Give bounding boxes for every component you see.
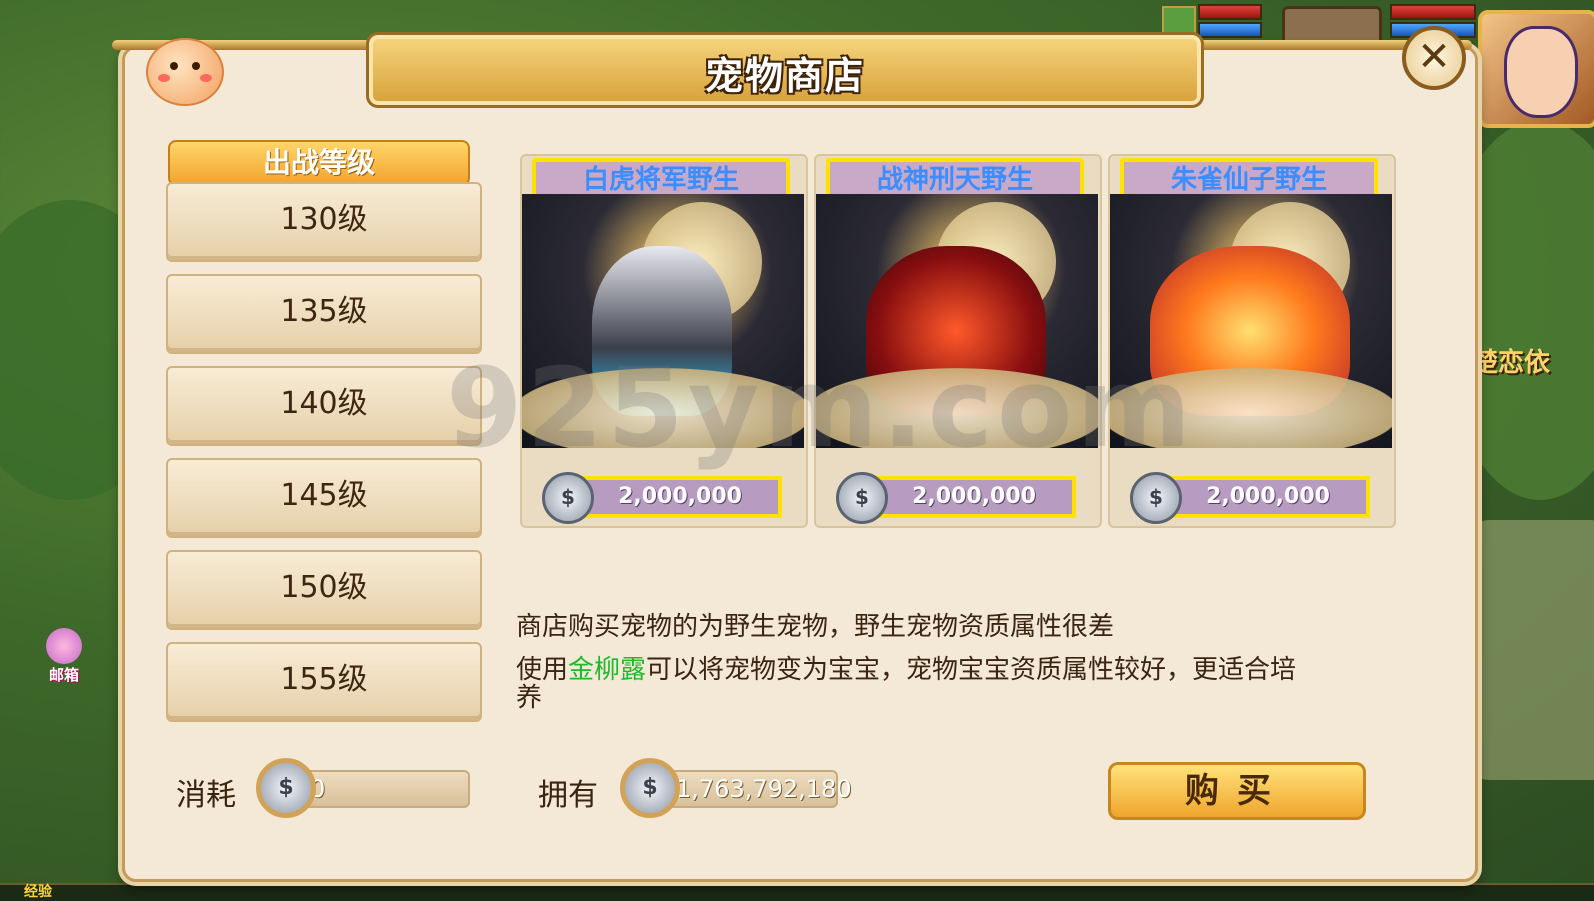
pet-card-zhuque[interactable]: 朱雀仙子野生 2,000,000 $	[1108, 154, 1396, 528]
pet-hp-bar	[1198, 4, 1262, 20]
exp-label: 经验	[24, 884, 52, 900]
silver-coin-icon: $	[836, 472, 888, 524]
close-button[interactable]: ✕	[1402, 26, 1466, 90]
cost-label: 消耗	[176, 778, 236, 813]
player-name-label: 楚恋依	[1472, 348, 1551, 378]
item-name-highlight: 金柳露	[568, 655, 647, 685]
price-row: 2,000,000 $	[542, 470, 792, 524]
pet-artwork	[522, 194, 804, 448]
pet-artwork	[816, 194, 1098, 448]
own-value: 1,763,792,180	[658, 770, 852, 808]
mascot-cheek	[158, 74, 170, 82]
cloud-decoration	[1110, 368, 1392, 448]
level-item-145[interactable]: 145级	[166, 458, 482, 538]
mascot-eye	[192, 62, 200, 70]
level-item-130[interactable]: 130级	[166, 182, 482, 262]
mail-label: 邮箱	[48, 666, 79, 684]
page-title: 宠物商店	[704, 54, 865, 98]
close-icon: ✕	[1417, 34, 1451, 80]
silver-coin-icon: $	[620, 758, 680, 818]
description-line-2: 使用金柳露可以将宠物变为宝宝，宠物宝宝资质属性较好，更适合培养	[516, 656, 1316, 712]
pet-artwork	[1110, 194, 1392, 448]
title-plate: 宠物商店	[366, 32, 1204, 108]
pet-mp-bar	[1198, 22, 1262, 38]
avatar-face	[1504, 26, 1578, 118]
buy-button[interactable]: 购买	[1108, 762, 1366, 820]
exp-bar: 经验	[0, 883, 1594, 901]
silver-coin-icon: $	[1130, 472, 1182, 524]
description-prefix: 使用	[516, 655, 569, 685]
pet-card-baihu[interactable]: 白虎将军野生 2,000,000 $	[520, 154, 808, 528]
mascot-eye	[170, 62, 178, 70]
background-rock	[1460, 520, 1594, 780]
silver-coin-icon: $	[256, 758, 316, 818]
level-item-140[interactable]: 140级	[166, 366, 482, 446]
price-row: 2,000,000 $	[1130, 470, 1380, 524]
pet-card-xingtian[interactable]: 战神刑天野生 2,000,000 $	[814, 154, 1102, 528]
player-hp-bar	[1390, 4, 1476, 20]
own-label: 拥有	[538, 778, 598, 813]
cloud-decoration	[522, 368, 804, 448]
mascot-cheek	[200, 74, 212, 82]
level-item-150[interactable]: 150级	[166, 550, 482, 630]
mail-icon	[46, 628, 82, 664]
pet-price: 2,000,000	[578, 476, 782, 518]
pet-price: 2,000,000	[1166, 476, 1370, 518]
mail-button[interactable]: 邮箱	[42, 628, 86, 684]
mascot-icon	[146, 38, 224, 106]
cloud-decoration	[816, 368, 1098, 448]
silver-coin-icon: $	[542, 472, 594, 524]
description-line-1: 商店购买宠物的为野生宠物，野生宠物资质属性很差	[516, 612, 1115, 642]
player-avatar[interactable]	[1478, 10, 1594, 128]
level-item-155[interactable]: 155级	[166, 642, 482, 722]
pet-price: 2,000,000	[872, 476, 1076, 518]
level-item-135[interactable]: 135级	[166, 274, 482, 354]
level-list-header[interactable]: 出战等级	[168, 140, 470, 186]
price-row: 2,000,000 $	[836, 470, 1086, 524]
cost-value: 0	[292, 770, 470, 808]
